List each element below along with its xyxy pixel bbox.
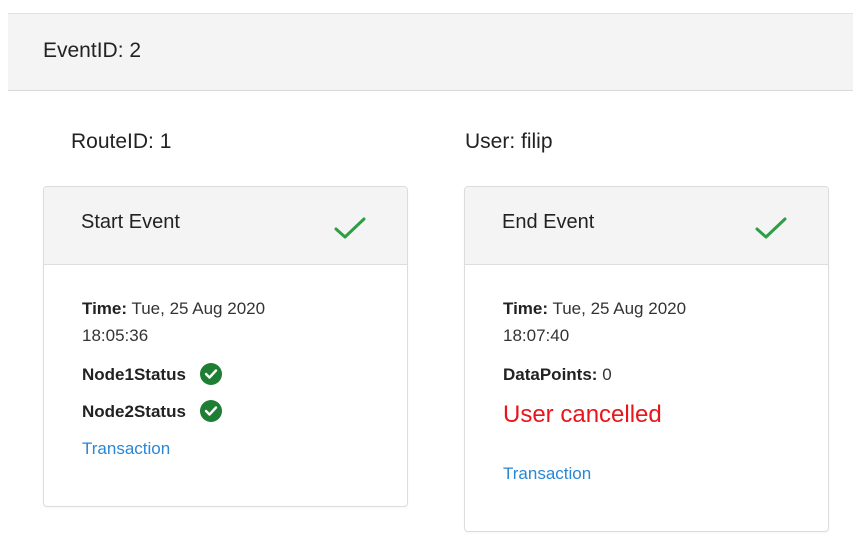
datapoints-row: DataPoints: 0 <box>503 361 612 388</box>
user-label: User: filip <box>465 130 553 153</box>
end-time-date: Tue, 25 Aug 2020 <box>548 299 687 318</box>
event-id-label: EventID: 2 <box>43 39 142 62</box>
datapoints-label: DataPoints: <box>503 365 598 384</box>
end-event-title: End Event <box>502 211 595 233</box>
end-event-card-header: End Event <box>465 187 828 265</box>
start-time-clock: 18:05:36 <box>82 326 149 345</box>
end-event-card: End Event Time: Tue, 25 Aug 2020 18:07:4… <box>464 186 829 532</box>
start-time-line: Time: Tue, 25 Aug 2020 <box>82 295 265 322</box>
node2-check-circle-icon <box>199 399 222 422</box>
check-icon <box>334 217 366 239</box>
check-icon <box>755 217 787 239</box>
node2-status-label: Node2Status <box>82 402 186 421</box>
datapoints-value: 0 <box>597 365 612 384</box>
start-transaction-link[interactable]: Transaction <box>82 439 170 458</box>
end-time-label: Time: <box>503 299 549 318</box>
start-event-card-header: Start Event <box>44 187 407 265</box>
start-event-title: Start Event <box>81 211 180 233</box>
end-transaction-link[interactable]: Transaction <box>503 464 591 483</box>
end-time-line: Time: Tue, 25 Aug 2020 <box>503 295 686 322</box>
node1-check-circle-icon <box>199 362 222 385</box>
node2-status-row: Node2Status <box>82 398 222 425</box>
node1-status-label: Node1Status <box>82 365 186 384</box>
end-time-clock: 18:07:40 <box>503 326 570 345</box>
start-time-label: Time: <box>82 299 128 318</box>
route-id-label: RouteID: 1 <box>71 130 172 153</box>
user-cancelled-message: User cancelled <box>503 401 662 428</box>
node1-status-row: Node1Status <box>82 361 222 388</box>
start-time-date: Tue, 25 Aug 2020 <box>127 299 266 318</box>
start-event-card: Start Event Time: Tue, 25 Aug 2020 18:05… <box>43 186 408 507</box>
event-header: EventID: 2 <box>8 13 853 91</box>
